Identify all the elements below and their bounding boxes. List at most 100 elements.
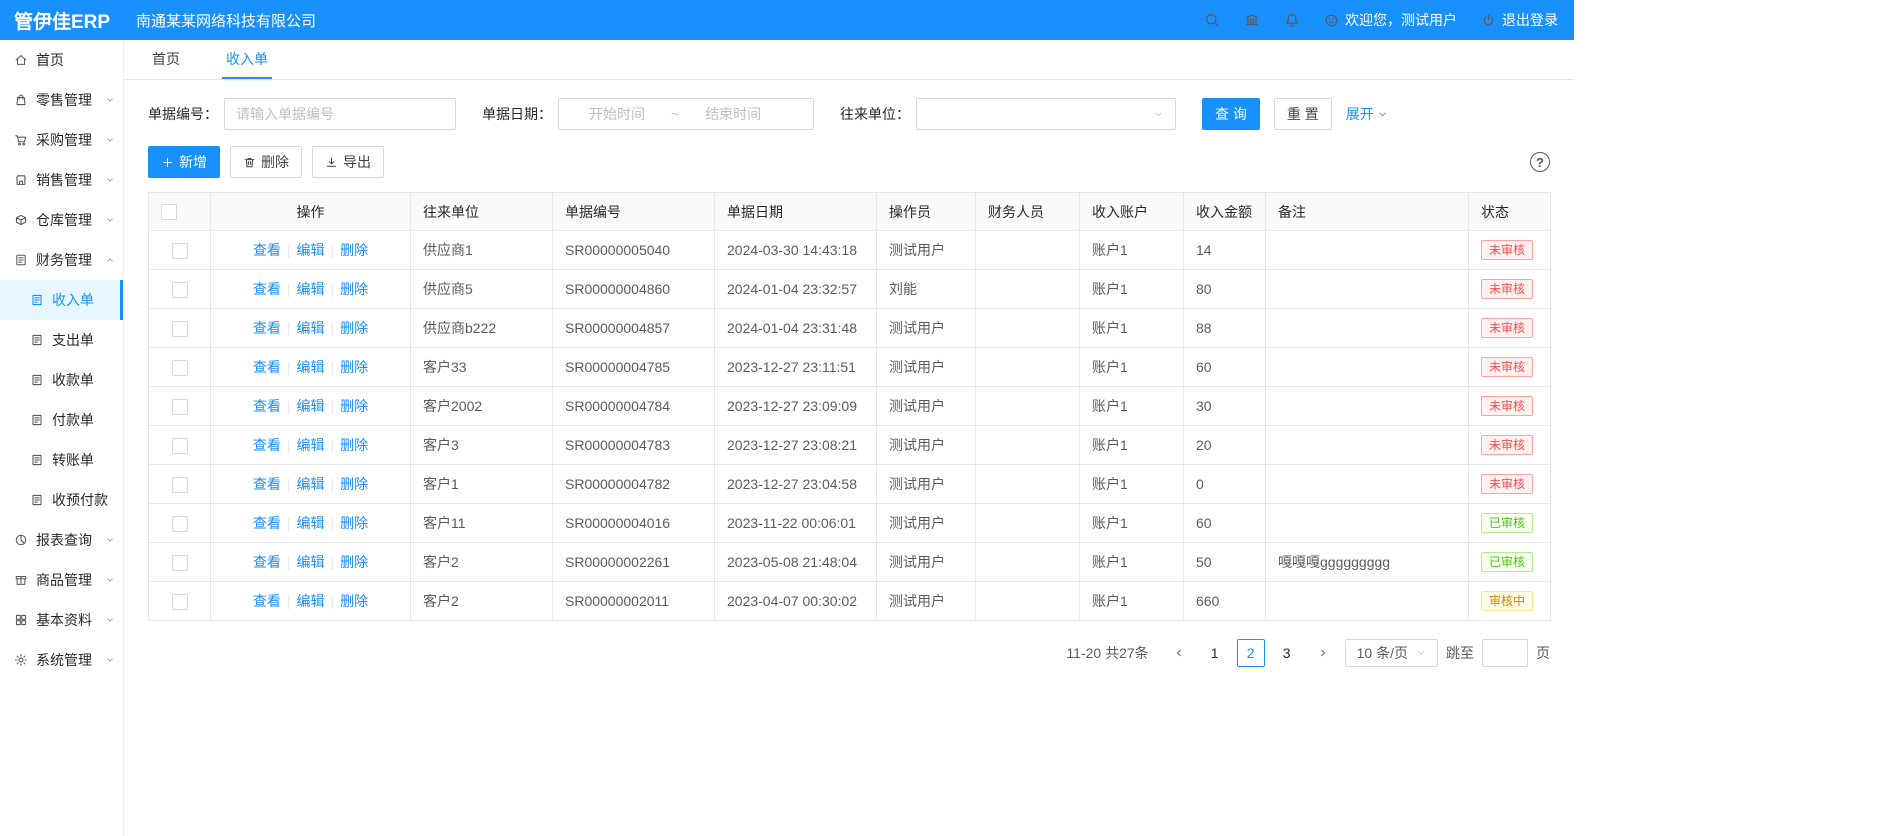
delete-link[interactable]: 删除 <box>340 398 368 414</box>
cell-finance <box>976 387 1080 426</box>
row-checkbox[interactable] <box>172 282 188 298</box>
delete-button[interactable]: 删除 <box>230 146 302 178</box>
sidebar-subitem[interactable]: 收入单 <box>0 280 123 320</box>
page-size-select[interactable]: 10 条/页 <box>1345 639 1438 667</box>
delete-link[interactable]: 删除 <box>340 515 368 531</box>
search-icon[interactable] <box>1204 12 1220 28</box>
edit-link[interactable]: 编辑 <box>297 593 325 609</box>
toolbar: 新增 删除 导出 ? <box>148 130 1550 192</box>
view-link[interactable]: 查看 <box>253 476 281 492</box>
page-number[interactable]: 2 <box>1237 639 1265 667</box>
edit-link[interactable]: 编辑 <box>297 476 325 492</box>
row-checkbox[interactable] <box>172 594 188 610</box>
sidebar-subitem[interactable]: 收款单 <box>0 360 123 400</box>
page-number[interactable]: 3 <box>1273 639 1301 667</box>
delete-link[interactable]: 删除 <box>340 476 368 492</box>
prev-page-button[interactable] <box>1165 639 1193 667</box>
logout-button[interactable]: 退出登录 <box>1481 10 1558 30</box>
edit-link[interactable]: 编辑 <box>297 437 325 453</box>
sidebar-item[interactable]: 系统管理 <box>0 640 123 680</box>
cell-date: 2023-04-07 00:30:02 <box>715 582 877 621</box>
search-button[interactable]: 查 询 <box>1202 98 1260 130</box>
sidebar-item[interactable]: 首页 <box>0 40 123 80</box>
delete-link[interactable]: 删除 <box>340 242 368 258</box>
sidebar-item[interactable]: 销售管理 <box>0 160 123 200</box>
row-checkbox[interactable] <box>172 243 188 259</box>
sidebar-item[interactable]: 基本资料 <box>0 600 123 640</box>
view-link[interactable]: 查看 <box>253 437 281 453</box>
table-row: 查看|编辑|删除客户2SR000000020112023-04-07 00:30… <box>149 582 1551 621</box>
sidebar-item[interactable]: 采购管理 <box>0 120 123 160</box>
jump-input[interactable] <box>1482 639 1528 667</box>
building-icon[interactable] <box>1244 12 1260 28</box>
view-link[interactable]: 查看 <box>253 398 281 414</box>
chevron-down-icon <box>105 135 115 145</box>
delete-link[interactable]: 删除 <box>340 281 368 297</box>
edit-link[interactable]: 编辑 <box>297 359 325 375</box>
edit-link[interactable]: 编辑 <box>297 515 325 531</box>
sidebar-item[interactable]: 仓库管理 <box>0 200 123 240</box>
delete-link[interactable]: 删除 <box>340 593 368 609</box>
select-all-checkbox[interactable] <box>161 204 177 220</box>
status-badge: 未审核 <box>1481 435 1533 455</box>
date-end-input[interactable] <box>685 106 781 122</box>
expand-link[interactable]: 展开 <box>1346 104 1388 124</box>
edit-link[interactable]: 编辑 <box>297 242 325 258</box>
sidebar-subitem[interactable]: 付款单 <box>0 400 123 440</box>
delete-link[interactable]: 删除 <box>340 320 368 336</box>
edit-link[interactable]: 编辑 <box>297 554 325 570</box>
tab[interactable]: 首页 <box>148 40 184 79</box>
sidebar-item[interactable]: 财务管理 <box>0 240 123 280</box>
row-checkbox[interactable] <box>172 399 188 415</box>
view-link[interactable]: 查看 <box>253 320 281 336</box>
cell-operator: 测试用户 <box>877 582 976 621</box>
view-link[interactable]: 查看 <box>253 515 281 531</box>
export-button[interactable]: 导出 <box>312 146 384 178</box>
sidebar-subitem[interactable]: 转账单 <box>0 440 123 480</box>
page-number[interactable]: 1 <box>1201 639 1229 667</box>
cell-finance <box>976 582 1080 621</box>
tab[interactable]: 收入单 <box>222 40 272 79</box>
chevron-down-icon <box>1377 109 1388 120</box>
delete-link[interactable]: 删除 <box>340 437 368 453</box>
sidebar-item[interactable]: 报表查询 <box>0 520 123 560</box>
user-welcome[interactable]: 欢迎您，测试用户 <box>1324 10 1457 30</box>
partner-select[interactable] <box>916 98 1176 130</box>
row-checkbox[interactable] <box>172 360 188 376</box>
row-checkbox[interactable] <box>172 477 188 493</box>
help-icon[interactable]: ? <box>1530 152 1550 172</box>
download-icon <box>325 156 338 169</box>
table-row: 查看|编辑|删除客户2SR000000022612023-05-08 21:48… <box>149 543 1551 582</box>
cell-date: 2024-01-04 23:31:48 <box>715 309 877 348</box>
bell-icon[interactable] <box>1284 12 1300 28</box>
reset-button[interactable]: 重 置 <box>1274 98 1332 130</box>
next-page-button[interactable] <box>1309 639 1337 667</box>
view-link[interactable]: 查看 <box>253 281 281 297</box>
view-link[interactable]: 查看 <box>253 593 281 609</box>
row-checkbox[interactable] <box>172 438 188 454</box>
view-link[interactable]: 查看 <box>253 242 281 258</box>
sidebar-item[interactable]: 商品管理 <box>0 560 123 600</box>
row-checkbox[interactable] <box>172 321 188 337</box>
date-range-picker[interactable]: ~ <box>558 98 814 130</box>
table-row: 查看|编辑|删除客户33SR000000047852023-12-27 23:1… <box>149 348 1551 387</box>
row-checkbox[interactable] <box>172 555 188 571</box>
view-link[interactable]: 查看 <box>253 359 281 375</box>
edit-link[interactable]: 编辑 <box>297 281 325 297</box>
row-checkbox[interactable] <box>172 516 188 532</box>
edit-link[interactable]: 编辑 <box>297 398 325 414</box>
delete-button-label: 删除 <box>261 152 289 172</box>
sidebar-item[interactable]: 零售管理 <box>0 80 123 120</box>
date-start-input[interactable] <box>569 106 665 122</box>
status-badge: 未审核 <box>1481 279 1533 299</box>
view-link[interactable]: 查看 <box>253 554 281 570</box>
add-button[interactable]: 新增 <box>148 146 220 178</box>
delete-link[interactable]: 删除 <box>340 554 368 570</box>
plus-icon <box>161 156 174 169</box>
sidebar-subitem[interactable]: 收预付款 <box>0 480 123 520</box>
delete-link[interactable]: 删除 <box>340 359 368 375</box>
export-button-label: 导出 <box>343 152 371 172</box>
bill-no-input[interactable] <box>224 98 456 130</box>
sidebar-subitem[interactable]: 支出单 <box>0 320 123 360</box>
edit-link[interactable]: 编辑 <box>297 320 325 336</box>
